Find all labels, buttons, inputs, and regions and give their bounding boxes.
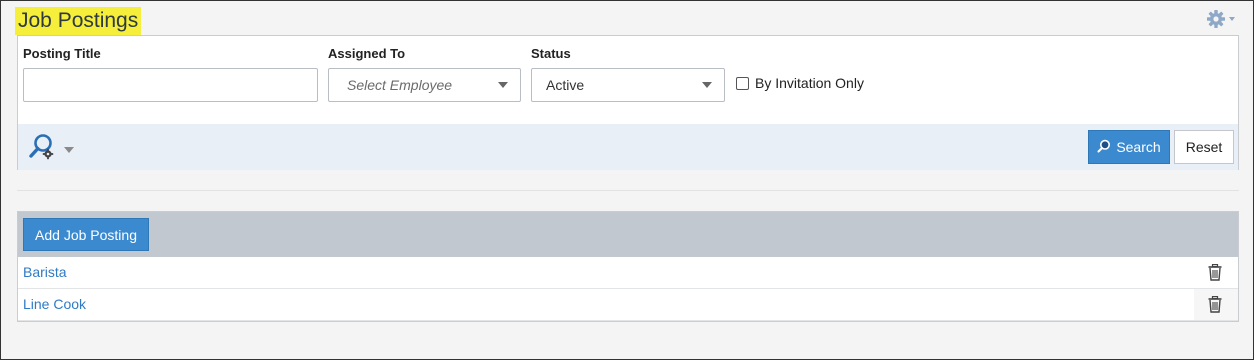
list-item: Barista — [18, 257, 1238, 289]
job-posting-link[interactable]: Barista — [23, 264, 67, 280]
section-divider — [17, 190, 1239, 191]
invitation-only-label: By Invitation Only — [755, 75, 864, 91]
chevron-down-icon — [498, 82, 508, 88]
job-postings-list: Add Job Posting Barista Line Cook — [17, 211, 1239, 322]
reset-button[interactable]: Reset — [1174, 130, 1234, 164]
status-select[interactable]: Active — [531, 68, 725, 102]
status-value: Active — [546, 77, 585, 93]
filter-panel: Posting Title Assigned To Select Employe… — [17, 35, 1239, 170]
search-icon — [1097, 139, 1111, 156]
search-button-label: Search — [1116, 139, 1161, 155]
status-label: Status — [531, 46, 571, 61]
job-posting-link[interactable]: Line Cook — [23, 296, 86, 312]
trash-icon[interactable] — [1208, 263, 1222, 284]
advanced-search-icon — [28, 133, 56, 164]
app-frame: Job Postings Posting Title Assigned To S… — [0, 0, 1254, 360]
page-title: Job Postings — [15, 7, 142, 35]
assigned-to-select[interactable]: Select Employee — [328, 68, 521, 102]
gear-icon — [1206, 9, 1226, 29]
trash-icon[interactable] — [1208, 295, 1222, 316]
advanced-search-toggle[interactable] — [28, 133, 74, 164]
chevron-down-icon — [64, 146, 74, 153]
list-item: Line Cook — [18, 289, 1238, 321]
assigned-to-value: Select Employee — [347, 77, 453, 93]
search-button[interactable]: Search — [1088, 130, 1170, 164]
chevron-down-icon — [702, 82, 712, 88]
invitation-only-checkbox[interactable] — [736, 76, 749, 90]
filter-action-bar: Search Reset — [18, 124, 1238, 170]
posting-title-input[interactable] — [23, 68, 318, 102]
posting-title-label: Posting Title — [23, 46, 101, 61]
invitation-only-option[interactable]: By Invitation Only — [736, 75, 864, 91]
assigned-to-label: Assigned To — [328, 46, 406, 61]
add-job-posting-button[interactable]: Add Job Posting — [23, 218, 149, 251]
list-header: Add Job Posting — [18, 212, 1238, 257]
settings-menu[interactable] — [1206, 9, 1235, 29]
chevron-down-icon — [1229, 17, 1235, 21]
